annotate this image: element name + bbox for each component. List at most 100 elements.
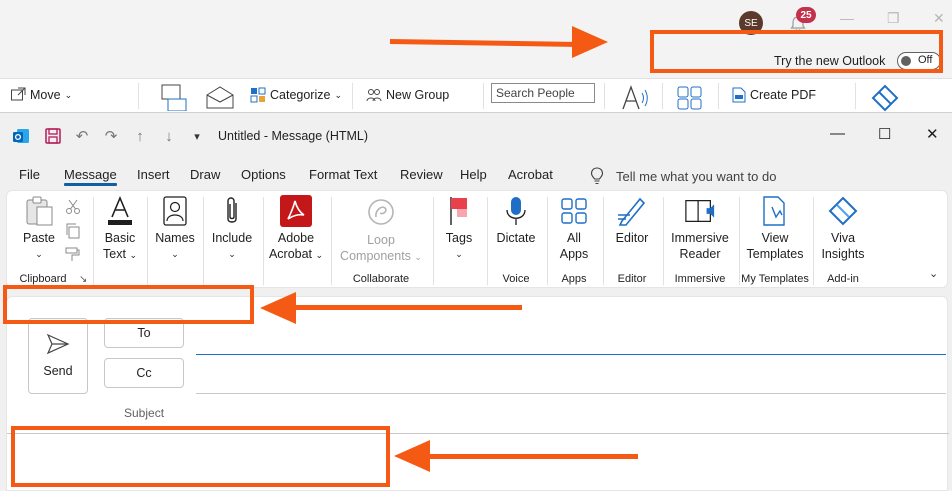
arrow-down-icon[interactable]: ↓	[160, 127, 178, 145]
viva-insights-icon	[828, 196, 858, 226]
tab-review[interactable]: Review	[400, 167, 443, 182]
immersive-reader-label-line2: Reader	[679, 247, 721, 261]
message-title-bar: ↶ ↷ ↑ ↓ ▾ Untitled - Message (HTML) — ☐ …	[0, 113, 952, 159]
editor-button[interactable]: Editor	[609, 195, 655, 246]
divider	[604, 83, 605, 109]
tab-file[interactable]: File	[19, 167, 40, 182]
group-label-editor: Editor	[617, 273, 647, 285]
send-icon	[46, 333, 70, 355]
move-button[interactable]: Move ⌄	[10, 87, 72, 103]
create-pdf-button[interactable]: Create PDF	[732, 87, 816, 103]
chevron-down-icon: ⌄	[334, 89, 342, 100]
format-painter-icon[interactable]	[65, 247, 81, 263]
divider	[483, 83, 484, 109]
view-templates-button[interactable]: View Templates	[743, 195, 807, 262]
editor-label: Editor	[615, 231, 649, 245]
include-button[interactable]: Include ⌄	[209, 195, 255, 262]
new-group-button[interactable]: New Group	[366, 87, 449, 103]
dialog-launcher-icon[interactable]: ↘	[79, 274, 87, 285]
viva-insights-button[interactable]: Viva Insights	[817, 195, 869, 262]
divider	[663, 197, 664, 285]
paste-button[interactable]: Paste ⌄	[17, 195, 61, 262]
read-aloud-icon[interactable]	[620, 83, 650, 111]
lightbulb-icon	[590, 167, 604, 185]
basic-text-button[interactable]: Basic Text ⌄	[99, 195, 141, 263]
tab-acrobat[interactable]: Acrobat	[508, 167, 553, 182]
all-apps-icon[interactable]	[676, 85, 704, 111]
annotation-arrow-shaft	[424, 454, 638, 459]
tab-insert[interactable]: Insert	[137, 167, 170, 182]
ribbon-collapse-chevron-icon[interactable]: ⌄	[929, 267, 938, 280]
notification-badge: 25	[796, 7, 816, 23]
tab-format-text[interactable]: Format Text	[309, 167, 377, 182]
envelope-open-icon[interactable]	[205, 85, 235, 109]
loop-components-button[interactable]: Loop Components ⌄	[339, 197, 423, 265]
tab-draw[interactable]: Draw	[190, 167, 220, 182]
categorize-button[interactable]: Categorize ⌄	[250, 87, 342, 103]
tab-message[interactable]: Message	[64, 167, 117, 182]
dictate-label: Dictate	[496, 231, 536, 245]
tell-me-text: Tell me what you want to do	[616, 168, 777, 184]
cut-icon[interactable]	[65, 199, 81, 215]
editor-pen-icon	[618, 197, 646, 226]
divider	[603, 197, 604, 285]
close-icon[interactable]: ✕	[926, 125, 939, 143]
minimize-icon[interactable]: —	[840, 10, 854, 26]
group-label-voice: Voice	[502, 273, 530, 285]
menu-tabs: File Message Insert Draw Options Format …	[0, 163, 952, 187]
arrow-up-icon[interactable]: ↑	[131, 127, 149, 145]
redo-icon[interactable]: ↷	[102, 127, 120, 145]
immersive-reader-button[interactable]: Immersive Reader	[667, 195, 733, 262]
annotation-box-from-field	[3, 285, 254, 324]
all-apps-label-line2: Apps	[559, 247, 589, 261]
active-tab-indicator	[64, 183, 117, 186]
all-apps-button[interactable]: All Apps	[553, 195, 595, 262]
group-label-collaborate: Collaborate	[352, 273, 410, 285]
move-label: Move	[30, 88, 61, 102]
basic-text-label-line1: Basic	[104, 231, 136, 245]
cc-field-input[interactable]	[196, 393, 946, 394]
outlook-logo-icon	[13, 129, 29, 143]
paste-icon	[26, 196, 53, 226]
copy-icon[interactable]	[65, 223, 81, 239]
adobe-acrobat-button[interactable]: Adobe Acrobat ⌄	[267, 195, 325, 263]
chevron-down-icon: ⌄	[35, 249, 43, 259]
all-apps-label-line1: All	[567, 231, 581, 245]
group-label-add-in: Add-in	[827, 273, 859, 285]
archive-icon[interactable]	[160, 83, 188, 111]
paste-label: Paste	[23, 231, 55, 245]
minimize-icon[interactable]: —	[830, 125, 845, 142]
group-label-my-templates: My Templates	[741, 273, 809, 285]
search-people-input[interactable]: Search People	[491, 83, 595, 103]
tab-help[interactable]: Help	[460, 167, 487, 182]
ribbon: Paste ⌄ Clipboard ↘ Basic Text ⌄ Names ⌄…	[6, 190, 948, 288]
divider	[662, 83, 663, 109]
dictate-button[interactable]: Dictate	[493, 195, 539, 246]
cc-button[interactable]: Cc	[104, 358, 184, 388]
adobe-acrobat-label-line2: Acrobat	[268, 247, 313, 261]
group-label-immersive: Immersive	[674, 273, 726, 285]
tags-button[interactable]: Tags ⌄	[441, 195, 477, 262]
divider	[93, 197, 94, 285]
chevron-down-icon: ⌄	[414, 252, 422, 262]
restore-icon[interactable]: ❐	[887, 10, 900, 27]
chevron-down-icon: ⌄	[315, 250, 324, 260]
maximize-icon[interactable]: ☐	[878, 125, 891, 143]
names-button[interactable]: Names ⌄	[153, 195, 197, 262]
to-field-input[interactable]	[196, 354, 946, 355]
tell-me-search[interactable]: Tell me what you want to do	[590, 167, 776, 185]
send-button[interactable]: Send	[28, 318, 88, 394]
tab-options[interactable]: Options	[241, 167, 286, 182]
window-title: Untitled - Message (HTML)	[218, 129, 369, 143]
view-templates-label-line1: View	[761, 231, 789, 245]
microphone-icon	[506, 197, 526, 225]
customize-qat-icon[interactable]: ▾	[188, 127, 206, 145]
undo-icon[interactable]: ↶	[73, 127, 91, 145]
close-icon[interactable]: ✕	[933, 10, 945, 27]
viva-insights-icon[interactable]	[868, 83, 902, 113]
send-label: Send	[43, 364, 73, 378]
divider	[813, 197, 814, 285]
divider	[138, 83, 139, 109]
immersive-reader-label-line1: Immersive	[671, 231, 729, 245]
save-icon[interactable]	[44, 127, 62, 145]
